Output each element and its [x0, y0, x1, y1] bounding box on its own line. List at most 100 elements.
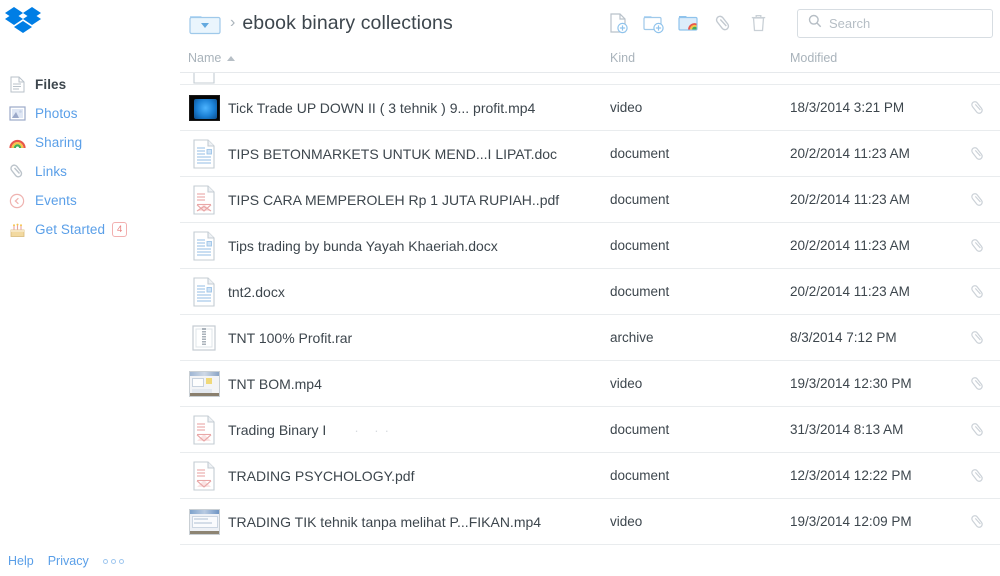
- table-row[interactable]: TIPS CARA MEMPEROLEH Rp 1 JUTA RUPIAH..p…: [180, 177, 1000, 223]
- file-kind: document: [610, 146, 670, 161]
- sidebar-footer: Help Privacy: [8, 554, 124, 568]
- file-name: TNT BOM.mp4: [228, 375, 322, 392]
- help-link[interactable]: Help: [8, 554, 34, 568]
- file-name: TIPS BETONMARKETS UNTUK MEND...I LIPAT.d…: [228, 145, 558, 162]
- file-list: Tick Trade UP DOWN II ( 3 tehnik ) 9... …: [180, 73, 1000, 545]
- sidebar-item-files[interactable]: Files: [0, 70, 180, 99]
- file-modified: 18/3/2014 3:21 PM: [790, 100, 905, 115]
- dot: [118, 558, 124, 564]
- toolbar: Search: [601, 0, 1000, 46]
- table-row[interactable]: TNT 100% Profit.rar archive 8/3/2014 7:1…: [180, 315, 1000, 361]
- sidebar-item-label: Sharing: [35, 135, 83, 150]
- file-name: Trading Binary I · ··: [228, 422, 395, 438]
- more-dots-icon[interactable]: [102, 558, 124, 564]
- file-kind: document: [610, 422, 670, 437]
- search-box[interactable]: Search: [797, 8, 993, 38]
- pdf-icon: [187, 183, 221, 217]
- delete-button[interactable]: [741, 7, 776, 39]
- sidebar-item-label: Files: [35, 77, 67, 92]
- paperclip-icon[interactable]: [968, 98, 988, 118]
- file-name: Tips trading by bunda Yayah Khaeriah.doc…: [228, 237, 498, 254]
- file-modified: 20/2/2014 11:23 AM: [790, 238, 910, 253]
- file-modified: 20/2/2014 11:23 AM: [790, 192, 910, 207]
- breadcrumb: ebook binary collections: [242, 11, 453, 34]
- sidebar: Files Photos Sharing Links Events Get St…: [0, 0, 180, 576]
- new-folder-button[interactable]: [636, 7, 671, 39]
- file-modified: 19/3/2014 12:30 PM: [790, 376, 912, 391]
- paperclip-icon[interactable]: [968, 144, 988, 164]
- paperclip-icon[interactable]: [968, 466, 988, 486]
- file-name: TNT 100% Profit.rar: [228, 329, 353, 346]
- folder-dropdown-icon[interactable]: [188, 11, 222, 36]
- doc-icon: [187, 275, 221, 309]
- file-name: TRADING TIK tehnik tanpa melihat P...FIK…: [228, 513, 542, 530]
- paperclip-icon[interactable]: [968, 420, 988, 440]
- upload-file-button[interactable]: [601, 7, 636, 39]
- privacy-link[interactable]: Privacy: [48, 554, 89, 568]
- video-thumbnail-icon: [187, 367, 221, 401]
- dropbox-logo-icon[interactable]: [4, 4, 42, 40]
- pdf-icon: [187, 459, 221, 493]
- column-header-name[interactable]: Name: [188, 51, 236, 65]
- file-modified: 8/3/2014 7:12 PM: [790, 330, 897, 345]
- table-header: Name Kind Modified: [180, 46, 1000, 73]
- file-modified: 19/3/2014 12:09 PM: [790, 514, 912, 529]
- sort-ascending-icon: [227, 55, 236, 61]
- paperclip-icon[interactable]: [968, 236, 988, 256]
- sidebar-item-events[interactable]: Events: [0, 186, 180, 215]
- file-kind: video: [610, 376, 643, 391]
- table-row[interactable]: TNT BOM.mp4 video 19/3/2014 12:30 PM: [180, 361, 1000, 407]
- column-header-name-label: Name: [188, 51, 222, 65]
- table-row[interactable]: TRADING TIK tehnik tanpa melihat P...FIK…: [180, 499, 1000, 545]
- paperclip-icon[interactable]: [968, 190, 988, 210]
- get-started-icon: [8, 221, 26, 239]
- get-link-button[interactable]: [706, 7, 741, 39]
- column-header-modified-label: Modified: [790, 51, 838, 65]
- file-kind: document: [610, 468, 670, 483]
- sidebar-item-get-started[interactable]: Get Started 4: [0, 215, 180, 244]
- table-row[interactable]: Tips trading by bunda Yayah Khaeriah.doc…: [180, 223, 1000, 269]
- file-name-visible: Trading Binary I: [228, 421, 327, 438]
- search-icon: [808, 14, 822, 33]
- share-folder-button[interactable]: [671, 7, 706, 39]
- paperclip-icon[interactable]: [968, 374, 988, 394]
- file-kind: document: [610, 238, 670, 253]
- video-thumbnail-icon: [187, 91, 221, 125]
- table-row[interactable]: TRADING PSYCHOLOGY.pdf document 12/3/201…: [180, 453, 1000, 499]
- search-input[interactable]: Search: [829, 16, 870, 31]
- doc-icon: [187, 137, 221, 171]
- dot: [102, 558, 108, 564]
- sidebar-item-label: Photos: [35, 106, 78, 121]
- events-icon: [8, 192, 26, 210]
- file-name-unrendered-fragment: · ··: [354, 422, 395, 438]
- file-modified: 20/2/2014 11:23 AM: [790, 146, 910, 161]
- sidebar-nav: Files Photos Sharing Links Events Get St…: [0, 70, 180, 244]
- paperclip-icon[interactable]: [968, 282, 988, 302]
- table-row[interactable]: tnt2.docx document 20/2/2014 11:23 AM: [180, 269, 1000, 315]
- column-header-kind[interactable]: Kind: [610, 51, 635, 65]
- photos-icon: [8, 105, 26, 123]
- sidebar-item-label: Links: [35, 164, 68, 179]
- column-header-kind-label: Kind: [610, 51, 636, 65]
- top-bar: › ebook binary collections Search: [180, 0, 1000, 46]
- doc-icon: [187, 229, 221, 263]
- pdf-icon: [187, 413, 221, 447]
- file-kind: document: [610, 192, 670, 207]
- paperclip-icon[interactable]: [968, 328, 988, 348]
- file-name: TRADING PSYCHOLOGY.pdf: [228, 467, 415, 484]
- file-modified: 31/3/2014 8:13 AM: [790, 422, 904, 437]
- table-row[interactable]: TIPS BETONMARKETS UNTUK MEND...I LIPAT.d…: [180, 131, 1000, 177]
- sidebar-item-photos[interactable]: Photos: [0, 99, 180, 128]
- paperclip-icon[interactable]: [968, 512, 988, 532]
- column-header-modified[interactable]: Modified: [790, 51, 837, 65]
- main-content: › ebook binary collections Search Name K…: [180, 0, 1000, 576]
- table-row[interactable]: Trading Binary I · ·· document 31/3/2014 …: [180, 407, 1000, 453]
- table-row[interactable]: [180, 73, 1000, 85]
- files-icon: [8, 76, 26, 94]
- document-icon: [187, 73, 221, 84]
- table-row[interactable]: Tick Trade UP DOWN II ( 3 tehnik ) 9... …: [180, 85, 1000, 131]
- dropbox-file-browser: Files Photos Sharing Links Events Get St…: [0, 0, 1000, 576]
- sidebar-item-sharing[interactable]: Sharing: [0, 128, 180, 157]
- file-name: TIPS CARA MEMPEROLEH Rp 1 JUTA RUPIAH..p…: [228, 191, 560, 208]
- sidebar-item-links[interactable]: Links: [0, 157, 180, 186]
